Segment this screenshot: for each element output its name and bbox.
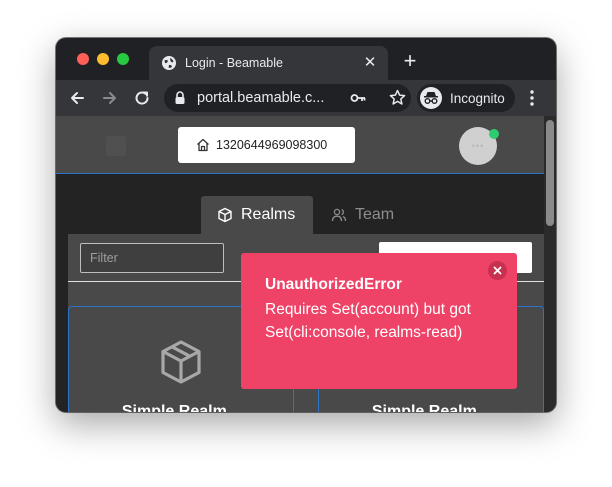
url-text[interactable]: portal.beamable.c... bbox=[197, 90, 324, 106]
browser-tab[interactable]: Login - Beamable ✕ bbox=[149, 46, 388, 80]
minimize-window-button[interactable] bbox=[97, 53, 109, 65]
address-bar[interactable]: portal.beamable.c... bbox=[164, 84, 411, 112]
incognito-label: Incognito bbox=[450, 90, 505, 106]
tab-team-label: Team bbox=[355, 206, 395, 223]
realm-cube-icon bbox=[161, 340, 201, 384]
forward-icon[interactable] bbox=[101, 89, 119, 107]
incognito-icon bbox=[420, 87, 442, 109]
back-icon[interactable] bbox=[68, 89, 86, 107]
tab-title: Login - Beamable bbox=[185, 56, 283, 70]
close-tab-icon[interactable]: ✕ bbox=[362, 55, 378, 71]
maximize-window-button[interactable] bbox=[117, 53, 129, 65]
realm-card-title: Simple Realm... bbox=[371, 403, 491, 412]
lock-icon[interactable] bbox=[174, 91, 186, 105]
section-tabs: Realms Team bbox=[56, 196, 544, 236]
toast-close-button[interactable] bbox=[488, 261, 507, 280]
bookmark-star-icon[interactable] bbox=[389, 89, 406, 106]
reload-icon[interactable] bbox=[133, 89, 151, 107]
new-tab-button[interactable]: + bbox=[401, 50, 419, 72]
scrollbar-thumb[interactable] bbox=[546, 120, 554, 226]
online-status-indicator bbox=[489, 129, 499, 139]
home-icon bbox=[197, 138, 209, 152]
tab-team[interactable]: Team bbox=[315, 196, 415, 234]
avatar-placeholder: ••• bbox=[471, 141, 485, 151]
menu-toggle-button[interactable] bbox=[106, 136, 126, 156]
app-header: 1320644969098300 ••• bbox=[56, 116, 544, 174]
realm-card-title: Simple Realm... bbox=[121, 403, 241, 412]
cube-icon bbox=[218, 207, 232, 223]
page-scrollbar[interactable] bbox=[544, 116, 556, 412]
customer-selector[interactable]: 1320644969098300 bbox=[178, 127, 355, 163]
close-window-button[interactable] bbox=[77, 53, 89, 65]
users-icon bbox=[331, 208, 347, 222]
filter-placeholder: Filter bbox=[90, 251, 118, 265]
customer-id: 1320644969098300 bbox=[216, 138, 328, 152]
close-icon bbox=[493, 266, 502, 275]
kebab-menu-icon[interactable] bbox=[528, 89, 536, 107]
toast-message: Requires Set(account) but got Set(cli:co… bbox=[265, 301, 471, 341]
tab-realms[interactable]: Realms bbox=[201, 196, 313, 234]
globe-icon bbox=[162, 56, 176, 70]
error-toast: UnauthorizedError Requires Set(account) … bbox=[241, 253, 517, 389]
key-icon[interactable] bbox=[350, 91, 366, 105]
browser-toolbar: portal.beamable.c... Incognito bbox=[56, 80, 556, 116]
tab-strip: Login - Beamable ✕ + bbox=[56, 38, 556, 80]
tab-realms-label: Realms bbox=[241, 206, 296, 223]
filter-input[interactable]: Filter bbox=[80, 243, 224, 273]
toast-title: UnauthorizedError bbox=[265, 276, 402, 293]
incognito-profile-button[interactable]: Incognito bbox=[417, 84, 515, 112]
